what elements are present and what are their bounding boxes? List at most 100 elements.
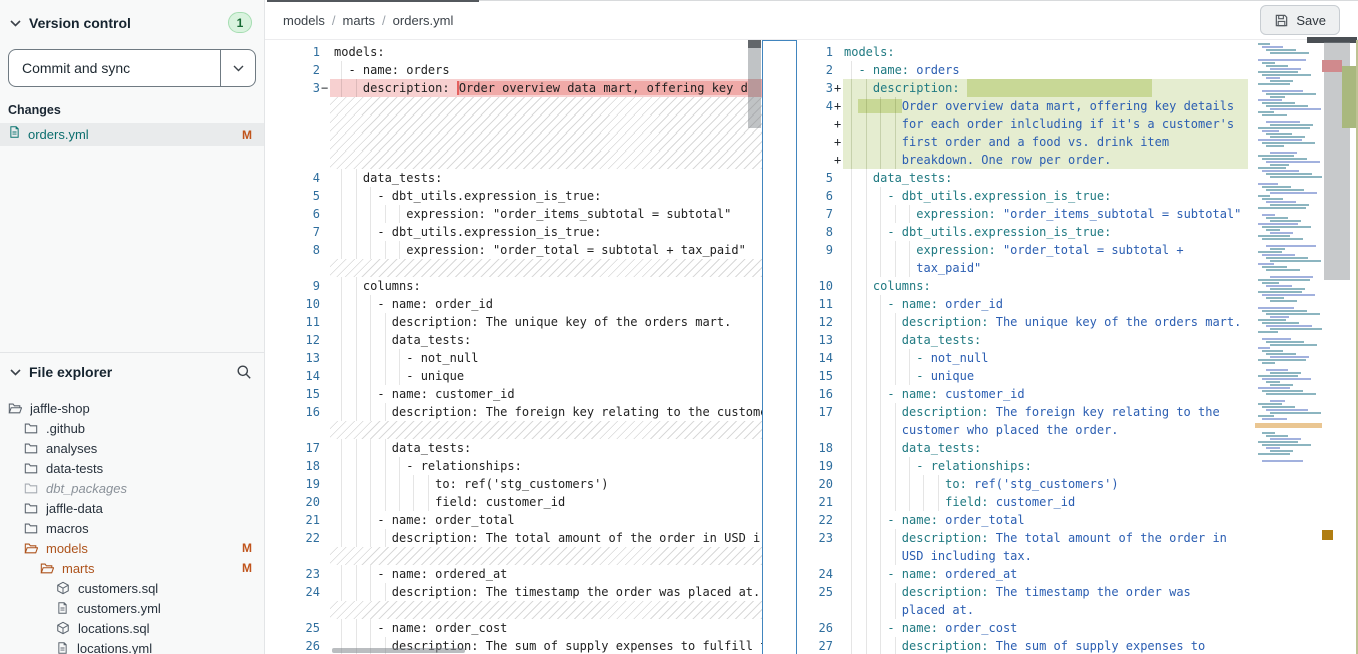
code-line[interactable]: 21 - name: order_total: [265, 511, 762, 529]
diff-filler-row[interactable]: [265, 421, 762, 439]
code-line[interactable]: 17 description: The foreign key relating…: [797, 403, 1255, 421]
code-line[interactable]: 16 description: The foreign key relating…: [265, 403, 762, 421]
diff-filler-row[interactable]: [265, 547, 762, 565]
tree-item-.github[interactable]: .github: [0, 418, 264, 438]
code-line[interactable]: 13 data_tests:: [797, 331, 1255, 349]
code-line[interactable]: 7 expression: "order_items_subtotal = su…: [797, 205, 1255, 223]
tree-item-models[interactable]: modelsM: [0, 538, 264, 558]
tree-item-dbt_packages[interactable]: dbt_packages: [0, 478, 264, 498]
tree-item-macros[interactable]: macros: [0, 518, 264, 538]
code-line[interactable]: 7 - dbt_utils.expression_is_true:: [265, 223, 762, 241]
tree-item-jaffle-shop[interactable]: jaffle-shop: [0, 398, 264, 418]
code-line[interactable]: 15 - name: customer_id: [265, 385, 762, 403]
code-line[interactable]: 8 expression: "order_total = subtotal + …: [265, 241, 762, 259]
code-line[interactable]: 9 columns:: [265, 277, 762, 295]
code-line[interactable]: 4 data_tests:: [265, 169, 762, 187]
code-line[interactable]: 11 description: The unique key of the or…: [265, 313, 762, 331]
code-line[interactable]: 9 expression: "order_total = subtotal +: [797, 241, 1255, 259]
chevron-down-icon[interactable]: [10, 19, 21, 27]
code-line[interactable]: 3− description: Order overview data mart…: [265, 79, 762, 97]
diff-modified-pane[interactable]: 1models:2 - name: orders3+ description: …: [797, 40, 1255, 654]
code-line[interactable]: 5 data_tests:: [797, 169, 1255, 187]
code-line[interactable]: 8 - dbt_utils.expression_is_true:: [797, 223, 1255, 241]
save-button[interactable]: Save: [1260, 5, 1340, 35]
code-line[interactable]: USD including tax.: [797, 547, 1255, 565]
code-line[interactable]: 2 - name: orders: [797, 61, 1255, 79]
code-line[interactable]: 19 - relationships:: [797, 457, 1255, 475]
code-line[interactable]: 17 data_tests:: [265, 439, 762, 457]
code-line[interactable]: 1models:: [797, 43, 1255, 61]
code-line[interactable]: 10 columns:: [797, 277, 1255, 295]
code-line[interactable]: 20 field: customer_id: [265, 493, 762, 511]
code-line[interactable]: 21 field: customer_id: [797, 493, 1255, 511]
code-line[interactable]: 4+ Order overview data mart, offering ke…: [797, 97, 1255, 115]
code-line[interactable]: 6 - dbt_utils.expression_is_true:: [797, 187, 1255, 205]
tree-item-customers.sql[interactable]: customers.sql: [0, 578, 264, 598]
commit-and-sync-button[interactable]: Commit and sync: [9, 50, 220, 86]
left-pane-horizontal-scrollbar[interactable]: [332, 648, 465, 653]
code-line[interactable]: 24 description: The timestamp the order …: [265, 583, 762, 601]
code-line[interactable]: + breakdown. One row per order.: [797, 151, 1255, 169]
diff-filler-row[interactable]: [265, 151, 762, 169]
diff-filler-row[interactable]: [265, 259, 762, 277]
code-line[interactable]: 27 description: The sum of supply expens…: [797, 637, 1255, 654]
code-line[interactable]: 24 - name: ordered_at: [797, 565, 1255, 583]
diff-filler-row[interactable]: [265, 97, 762, 115]
left-pane-vertical-scrollbar[interactable]: [748, 40, 762, 160]
code-line[interactable]: 16 - name: customer_id: [797, 385, 1255, 403]
diff-filler-row[interactable]: [265, 115, 762, 133]
scrollbar-thumb[interactable]: [748, 40, 761, 128]
code-line[interactable]: 18 data_tests:: [797, 439, 1255, 457]
commit-options-dropdown[interactable]: [220, 50, 255, 86]
code-line[interactable]: placed at.: [797, 601, 1255, 619]
code-line[interactable]: 10 - name: order_id: [265, 295, 762, 313]
code-line[interactable]: 12 description: The unique key of the or…: [797, 313, 1255, 331]
code-line[interactable]: 15 - unique: [797, 367, 1255, 385]
tree-item-locations.sql[interactable]: locations.sql: [0, 618, 264, 638]
code-line[interactable]: 22 description: The total amount of the …: [265, 529, 762, 547]
code-line[interactable]: 23 description: The total amount of the …: [797, 529, 1255, 547]
diff-filler-row[interactable]: [265, 133, 762, 151]
tree-item-customers.yml[interactable]: customers.yml: [0, 598, 264, 618]
breadcrumb-marts[interactable]: marts: [343, 13, 376, 28]
line-number: 18: [797, 439, 833, 457]
tree-item-marts[interactable]: martsM: [0, 558, 264, 578]
code-line[interactable]: + for each order inlcluding if it's a cu…: [797, 115, 1255, 133]
code-line[interactable]: 13 - not_null: [265, 349, 762, 367]
code-line[interactable]: 5 - dbt_utils.expression_is_true:: [265, 187, 762, 205]
code-line[interactable]: 2 - name: orders: [265, 61, 762, 79]
minimap[interactable]: [1255, 40, 1322, 654]
folder-icon: [24, 481, 38, 495]
code-line[interactable]: 19 to: ref('stg_customers'): [265, 475, 762, 493]
diff-original-pane[interactable]: 1models:2 - name: orders3− description: …: [265, 40, 762, 654]
tree-item-jaffle-data[interactable]: jaffle-data: [0, 498, 264, 518]
chevron-down-icon[interactable]: [10, 368, 21, 376]
code-line[interactable]: 6 expression: "order_items_subtotal = su…: [265, 205, 762, 223]
code-line[interactable]: 11 - name: order_id: [797, 295, 1255, 313]
code-line[interactable]: + first order and a food vs. drink item: [797, 133, 1255, 151]
version-control-header[interactable]: Version control 1: [0, 0, 264, 41]
code-line[interactable]: 14 - not_null: [797, 349, 1255, 367]
breadcrumb-models[interactable]: models: [283, 13, 325, 28]
tree-item-data-tests[interactable]: data-tests: [0, 458, 264, 478]
diff-filler-row[interactable]: [265, 601, 762, 619]
code-line[interactable]: customer who placed the order.: [797, 421, 1255, 439]
file-explorer-header[interactable]: File explorer: [0, 352, 264, 388]
code-line[interactable]: 12 data_tests:: [265, 331, 762, 349]
code-line[interactable]: 25 - name: order_cost: [265, 619, 762, 637]
changed-file-orders-yml[interactable]: orders.yml M: [0, 123, 264, 146]
code-line[interactable]: 14 - unique: [265, 367, 762, 385]
code-line[interactable]: 1models:: [265, 43, 762, 61]
search-icon[interactable]: [236, 364, 252, 380]
overview-scrollbar[interactable]: [1322, 40, 1358, 654]
code-line[interactable]: 22 - name: order_total: [797, 511, 1255, 529]
code-line[interactable]: 23 - name: ordered_at: [265, 565, 762, 583]
code-line[interactable]: 3+ description:: [797, 79, 1255, 97]
tree-item-analyses[interactable]: analyses: [0, 438, 264, 458]
tree-item-locations.yml[interactable]: locations.yml: [0, 638, 264, 654]
code-line[interactable]: tax_paid": [797, 259, 1255, 277]
code-line[interactable]: 20 to: ref('stg_customers'): [797, 475, 1255, 493]
code-line[interactable]: 25 description: The timestamp the order …: [797, 583, 1255, 601]
code-line[interactable]: 26 - name: order_cost: [797, 619, 1255, 637]
code-line[interactable]: 18 - relationships:: [265, 457, 762, 475]
